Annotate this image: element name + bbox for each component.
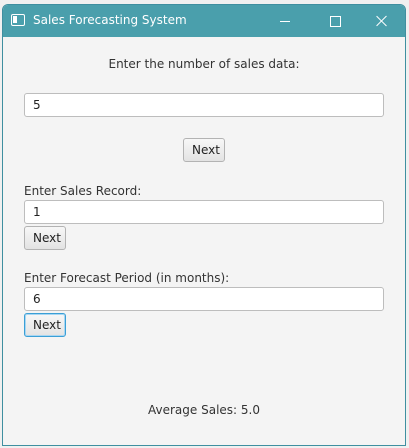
record-next-button[interactable]: Next: [24, 226, 66, 250]
count-prompt-label: Enter the number of sales data:: [108, 57, 300, 71]
minimize-button[interactable]: [263, 5, 307, 37]
forecast-period-label: Enter Forecast Period (in months):: [24, 271, 230, 285]
period-next-button[interactable]: Next: [24, 313, 66, 337]
window-title: Sales Forecasting System: [33, 13, 187, 27]
sales-record-field[interactable]: [24, 200, 384, 224]
forecast-period-field[interactable]: [24, 287, 384, 311]
maximize-icon: [329, 15, 341, 27]
minimize-icon: [280, 20, 290, 22]
count-next-button[interactable]: Next: [183, 138, 225, 162]
average-sales-result: Average Sales: 5.0: [148, 403, 260, 417]
sales-record-label: Enter Sales Record:: [24, 184, 142, 198]
title-bar[interactable]: Sales Forecasting System: [3, 5, 405, 37]
sales-count-field[interactable]: [24, 93, 384, 117]
form-content: Enter the number of sales data: Next Ent…: [3, 37, 405, 445]
close-icon: [375, 15, 387, 27]
maximize-button[interactable]: [313, 5, 357, 37]
app-window-icon: [11, 14, 25, 26]
close-button[interactable]: [359, 5, 403, 37]
app-window: Sales Forecasting System Enter the numbe…: [2, 4, 406, 446]
